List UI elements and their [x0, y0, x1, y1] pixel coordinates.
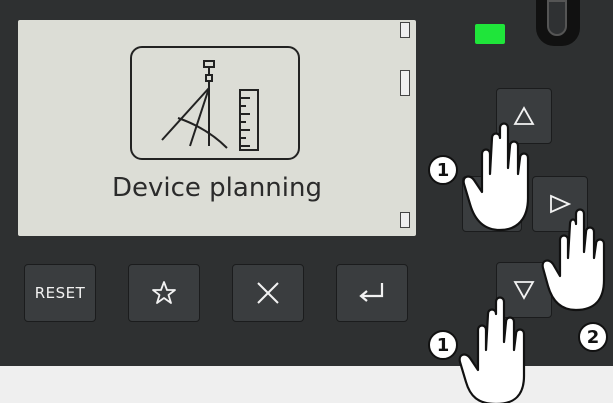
- menu-icon-frame: [130, 46, 300, 160]
- hand-pointer-icon: [458, 296, 526, 403]
- step-badge-down: 1: [428, 330, 458, 360]
- enter-button[interactable]: [336, 264, 408, 322]
- lcd-display: Device planning: [18, 20, 416, 236]
- scroll-thumb: [400, 70, 410, 96]
- device-planning-icon: [161, 60, 259, 151]
- reset-button[interactable]: RESET: [24, 264, 96, 322]
- scroll-marker-top: [400, 22, 410, 38]
- reset-label: RESET: [34, 284, 86, 302]
- enter-icon: [359, 283, 384, 302]
- cancel-button[interactable]: [232, 264, 304, 322]
- star-icon: [152, 281, 176, 304]
- step-badge-right: 2: [578, 322, 608, 352]
- step-badge-up: 1: [428, 155, 458, 185]
- hand-pointer-icon: [462, 122, 530, 232]
- status-led: [475, 24, 505, 44]
- close-icon: [257, 282, 279, 304]
- hand-pointer-icon: [541, 208, 606, 312]
- scroll-marker-bottom: [400, 212, 410, 228]
- rotary-knob-cap: [547, 0, 567, 36]
- favorite-button[interactable]: [128, 264, 200, 322]
- menu-title: Device planning: [111, 173, 322, 203]
